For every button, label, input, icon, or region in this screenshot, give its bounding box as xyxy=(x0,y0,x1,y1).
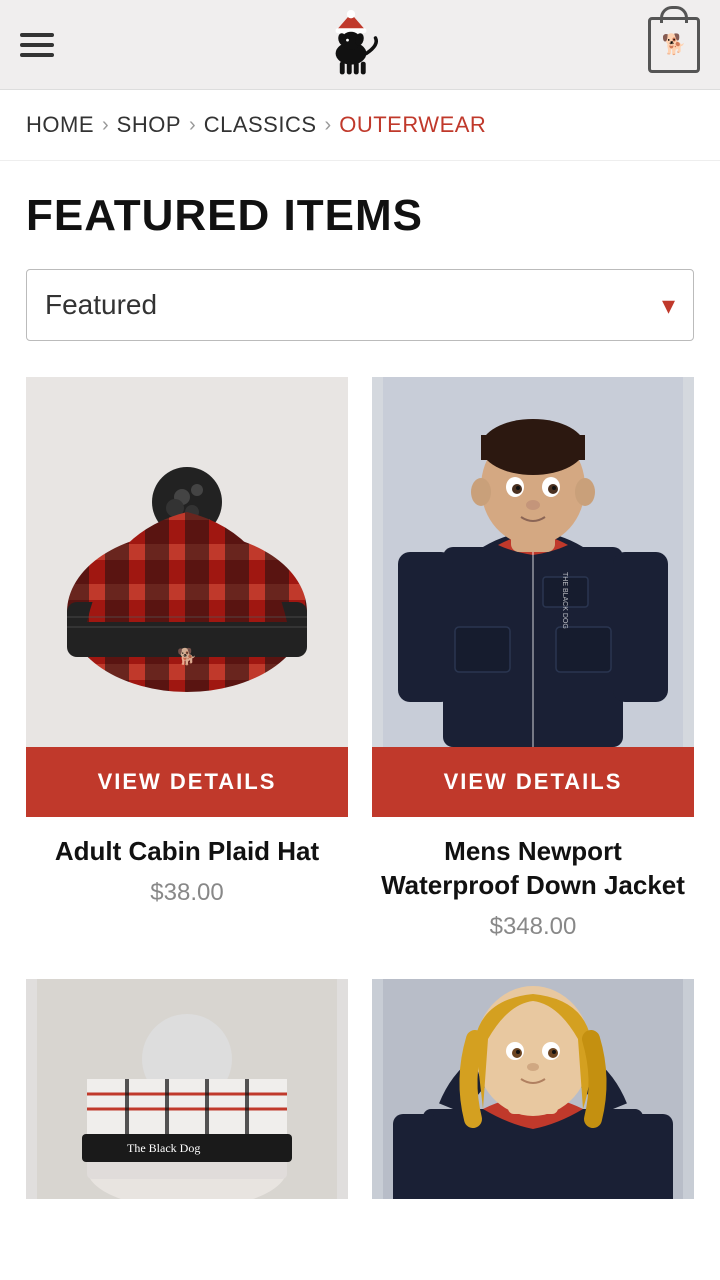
jacket-svg: THE BLACK DOG xyxy=(383,377,683,747)
sort-dropdown[interactable]: Featured ▾ xyxy=(26,269,694,341)
product-price-1: $38.00 xyxy=(150,879,223,907)
product-image-2: THE BLACK DOG xyxy=(372,377,694,747)
breadcrumb-shop[interactable]: SHOP xyxy=(117,112,181,138)
sort-label: Featured xyxy=(45,289,157,321)
hat-svg: 🐕 xyxy=(37,412,337,712)
breadcrumb-outerwear[interactable]: OUTERWEAR xyxy=(339,112,486,138)
svg-text:🐕: 🐕 xyxy=(177,647,197,666)
product-image-4 xyxy=(372,979,694,1199)
product-image-1: 🐕 xyxy=(26,377,348,747)
svg-text:THE BLACK DOG: THE BLACK DOG xyxy=(561,572,568,629)
breadcrumb-home[interactable]: HOME xyxy=(26,112,94,138)
svg-text:The Black Dog: The Black Dog xyxy=(127,1141,200,1155)
view-details-btn-1[interactable]: VIEW DETAILS xyxy=(26,747,348,817)
jacket2-svg xyxy=(372,979,694,1199)
breadcrumb-classics[interactable]: CLASSICS xyxy=(204,112,317,138)
breadcrumb-sep-2: › xyxy=(189,114,196,137)
product-card-3: The Black Dog xyxy=(26,979,348,1199)
breadcrumb: HOME › SHOP › CLASSICS › OUTERWEAR xyxy=(0,90,720,161)
product-card-4 xyxy=(372,979,694,1199)
products-grid: 🐕 VIEW DETAILS Adult Cabin Plaid Hat $38… xyxy=(26,377,694,1199)
hamburger-menu[interactable] xyxy=(20,33,54,57)
view-details-btn-2[interactable]: VIEW DETAILS xyxy=(372,747,694,817)
product-name-1: Adult Cabin Plaid Hat xyxy=(51,835,323,869)
product-image-3: The Black Dog xyxy=(26,979,348,1199)
chevron-down-icon: ▾ xyxy=(662,290,675,321)
logo[interactable] xyxy=(316,10,386,80)
product-card-2: THE BLACK DOG VIEW DETAILS Mens Newport … xyxy=(372,377,694,955)
product-price-2: $348.00 xyxy=(490,913,577,941)
hat2-svg: The Black Dog xyxy=(26,979,348,1199)
product-name-2: Mens Newport Waterproof Down Jacket xyxy=(372,835,694,903)
main-content: FEATURED ITEMS Featured ▾ xyxy=(0,161,720,1199)
header: 🐕 xyxy=(0,0,720,90)
breadcrumb-sep-3: › xyxy=(325,114,332,137)
page-title: FEATURED ITEMS xyxy=(26,191,694,241)
product-card-1: 🐕 VIEW DETAILS Adult Cabin Plaid Hat $38… xyxy=(26,377,348,955)
logo-icon xyxy=(316,10,386,80)
breadcrumb-sep-1: › xyxy=(102,114,109,137)
cart-button[interactable]: 🐕 xyxy=(648,17,700,73)
cart-icon: 🐕 xyxy=(648,17,700,73)
